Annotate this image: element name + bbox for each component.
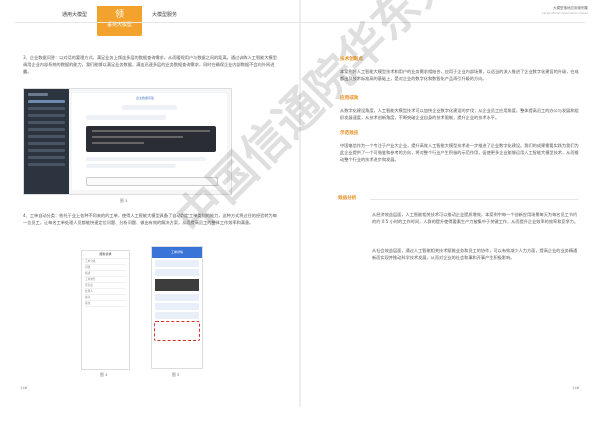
- figure-3-caption: 图 3: [120, 198, 128, 203]
- tab-model-service[interactable]: 大模型服务: [142, 8, 187, 22]
- section-rule: [370, 199, 578, 200]
- paragraph-economic-benefit: 从经济效益层面，人工智能相关技术可以推动企业提质增效，本案例中每一个创新应用场景…: [372, 212, 579, 224]
- figure-4-caption: 图 4: [100, 372, 108, 377]
- figure-3-sql-block: [86, 126, 216, 152]
- paragraph-social-benefit: 从社会效益层面，通过人工智能相关技术赋能业务和员工的协作，可以有效减少人力方面，…: [372, 248, 578, 260]
- document-spread: 通用大模型 领 垂类大模型 大模型服务 大模型落地应用案例集 Large Mod…: [0, 0, 600, 407]
- chapter-tabs: 通用大模型 领 垂类大模型 大模型服务: [52, 6, 187, 36]
- paragraph-application-effect: 从数字化建设角度，人工智能大模型技术可以加快企业数字化建设的步伐；从企业员工应用…: [340, 108, 579, 120]
- heading-application-effect: 应用成效: [340, 96, 359, 101]
- header-rule: [14, 22, 586, 23]
- heading-demonstration-effect: 示范效应: [340, 131, 359, 136]
- heading-tech-innovation: 技术创新点: [340, 57, 363, 62]
- paragraph-demonstration-effect: 中国电信作为一个专注于产业大企业，提升高效人工智能大模型技术进一步推进了企业数字…: [340, 143, 579, 162]
- list-item: 提交: [85, 301, 126, 307]
- page-number-left: 146: [20, 385, 28, 390]
- paragraph-ticket-classification: 4、工单自动分类：依托于业上各种不同来的的工单，使得人工智能大模型具备了自动判定…: [23, 213, 277, 225]
- figure-3-sidebar: [24, 89, 69, 194]
- figure-5-phone: 工单详情: [151, 246, 203, 369]
- figure-3-chat-title: 企业数据问答: [136, 96, 155, 100]
- figure-3-input-bar: [86, 177, 218, 186]
- heading-benefit-analysis: 效益分析: [338, 196, 357, 201]
- page-number-right: 146: [572, 385, 580, 390]
- figure-5-caption: 图 5: [172, 372, 180, 377]
- figure-5-highlight-box: [154, 321, 200, 341]
- figure-4-title: 服务诉求: [82, 251, 129, 259]
- tab-general-model[interactable]: 通用大模型: [52, 8, 97, 22]
- running-header: 大模型落地应用案例集 Large Model Application Cases: [510, 6, 588, 16]
- page-gutter: [299, 0, 301, 407]
- figure-3-screenshot: 企业数据问答: [23, 88, 232, 195]
- figure-3-chat-area: 企业数据问答: [72, 93, 227, 190]
- lead-icon: 领: [115, 10, 125, 20]
- figure-5-image: [155, 279, 199, 291]
- running-header-subtitle: Large Model Application Cases: [542, 11, 588, 15]
- paragraph-data-qa: 3、企业数据问答：以对话的要理方式，满足业务上频连多层的数据查询需求。从而暖呢用…: [23, 55, 277, 74]
- figure-4-phone: 服务诉求 工单分类 问题 描述 工单类型 紧急度 处理人 备注 提交: [81, 250, 130, 370]
- figure-5-title: 工单详情: [152, 247, 202, 258]
- paragraph-tech-innovation: 本案例将人工智能大模型技术和用户的业务需求相结合，应用于企业内部场景，以适当的流…: [340, 69, 579, 81]
- tab-vertical-model[interactable]: 领 垂类大模型: [97, 6, 143, 36]
